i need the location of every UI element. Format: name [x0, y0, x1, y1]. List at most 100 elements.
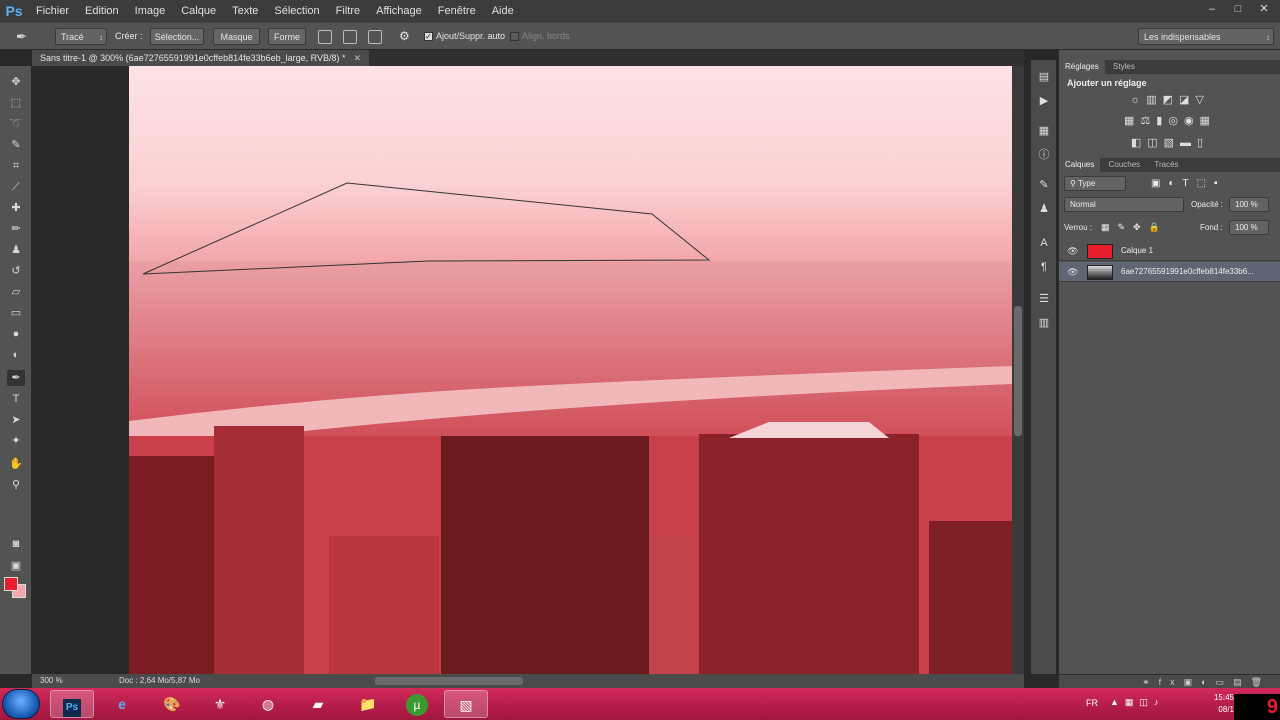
menu-fenetre[interactable]: Fenêtre: [430, 0, 484, 22]
dodge-tool-icon[interactable]: ◐: [7, 347, 25, 363]
path-mode-select[interactable]: Tracé: [55, 28, 107, 46]
adjustments-icon[interactable]: ▦: [1036, 124, 1052, 138]
quick-mask-icon[interactable]: ◙: [7, 536, 25, 552]
taskbar-paint[interactable]: 🎨: [150, 690, 194, 718]
actions-play-icon[interactable]: ▶: [1036, 94, 1052, 108]
clone-stamp-tool-icon[interactable]: ♟: [7, 242, 25, 258]
screen-mode-icon[interactable]: ▣: [7, 558, 25, 574]
taskbar-notepad[interactable]: ▰: [296, 690, 340, 718]
shape-tool-icon[interactable]: ✦: [7, 433, 25, 449]
layer-filter-select[interactable]: ⚲ Type: [1064, 176, 1126, 191]
tray-icons[interactable]: ▲▦◫♪: [1110, 697, 1164, 708]
windows-start-button[interactable]: [2, 689, 40, 719]
menu-edition[interactable]: Edition: [77, 0, 127, 22]
marquee-tool-icon[interactable]: ⬚: [7, 95, 25, 111]
menu-image[interactable]: Image: [127, 0, 174, 22]
vertical-scroll-thumb[interactable]: [1014, 306, 1022, 436]
taskbar-game-app[interactable]: ▧: [444, 690, 488, 718]
adjustments-row-3[interactable]: ◧◫▧▬▯: [1059, 136, 1280, 149]
zoom-tool-icon[interactable]: ⚲: [7, 477, 25, 493]
tab-styles[interactable]: Styles: [1107, 60, 1141, 74]
brush-presets-icon[interactable]: ✎: [1036, 178, 1052, 192]
fill-input[interactable]: 100 %: [1229, 220, 1269, 235]
menu-affichage[interactable]: Affichage: [368, 0, 430, 22]
path-operations-icon[interactable]: [318, 30, 332, 44]
character-icon[interactable]: A: [1036, 236, 1052, 250]
adjustments-row-2[interactable]: ▦⚖▮◎◉▦: [1059, 114, 1280, 127]
crop-tool-icon[interactable]: ⌗: [7, 158, 25, 174]
lock-icons[interactable]: ▦✎✥🔒: [1101, 220, 1168, 235]
visibility-eye-icon[interactable]: 👁: [1067, 262, 1078, 282]
checkmark-icon: ✓: [424, 32, 433, 42]
menu-fichier[interactable]: Fichier: [28, 0, 77, 22]
maximize-button[interactable]: □: [1228, 2, 1248, 16]
brush-tool-icon[interactable]: ✏: [7, 221, 25, 237]
taskbar-utorrent[interactable]: µ: [395, 690, 439, 718]
canvas[interactable]: [129, 66, 1012, 674]
info-icon[interactable]: ⓘ: [1036, 148, 1052, 162]
document-tab[interactable]: Sans titre-1 @ 300% (6ae72765591991e0cff…: [32, 50, 370, 66]
tab-channels[interactable]: Couches: [1103, 158, 1147, 172]
taskbar-photoshop[interactable]: Ps: [50, 690, 94, 718]
eraser-tool-icon[interactable]: ▱: [7, 284, 25, 300]
lasso-tool-icon[interactable]: ➰: [7, 116, 25, 132]
shape-button[interactable]: Forme: [268, 28, 306, 45]
taskbar-folder[interactable]: 📁: [346, 690, 390, 718]
align-edges-checkbox[interactable]: Align. bords: [510, 28, 570, 45]
layer-filter-icons[interactable]: ▣◐T⬚▪: [1151, 176, 1226, 191]
notes-icon[interactable]: ▥: [1036, 316, 1052, 330]
system-clock[interactable]: 15:45 08/1: [1212, 692, 1234, 716]
document-info[interactable]: Doc : 2,64 Mo/5,87 Mo: [119, 674, 200, 688]
language-indicator[interactable]: FR: [1086, 698, 1098, 708]
horizontal-scroll-thumb[interactable]: [375, 677, 523, 685]
history-brush-tool-icon[interactable]: ↺: [7, 263, 25, 279]
taskbar-firefox[interactable]: ◍: [246, 690, 290, 718]
gradient-tool-icon[interactable]: ▭: [7, 305, 25, 321]
mask-button[interactable]: Masque: [213, 28, 260, 45]
quick-selection-tool-icon[interactable]: ✎: [7, 137, 25, 153]
menu-aide[interactable]: Aide: [484, 0, 522, 22]
history-icon[interactable]: ▤: [1036, 70, 1052, 84]
eyedropper-tool-icon[interactable]: ⟋: [7, 179, 25, 195]
paragraph-icon[interactable]: ¶: [1036, 260, 1052, 274]
clone-source-icon[interactable]: ♟: [1036, 202, 1052, 216]
type-tool-icon[interactable]: T: [7, 391, 25, 407]
adjustments-row-1[interactable]: ☼▥◩◪▽: [1059, 93, 1280, 106]
layer-row[interactable]: 👁 6ae72765591991e0cffeb814fe33b6...: [1059, 262, 1280, 282]
blend-mode-select[interactable]: Normal: [1064, 197, 1184, 212]
taskbar-internet-explorer[interactable]: e: [100, 690, 144, 718]
tab-paths[interactable]: Tracés: [1148, 158, 1184, 172]
vertical-scrollbar[interactable]: [1012, 66, 1024, 674]
tab-layers[interactable]: Calques: [1059, 158, 1101, 172]
path-arrangement-icon[interactable]: [368, 30, 382, 44]
layers-footer-buttons[interactable]: ⚭fx▣◐▭▤🗑: [1059, 674, 1280, 688]
foreground-color-swatch[interactable]: [4, 577, 18, 591]
menu-selection[interactable]: Sélection: [266, 0, 327, 22]
minimize-button[interactable]: –: [1202, 2, 1222, 16]
hand-tool-icon[interactable]: ✋: [7, 456, 25, 472]
auto-add-delete-checkbox[interactable]: ✓ Ajout/Suppr. auto: [424, 28, 505, 45]
move-tool-icon[interactable]: ✥: [7, 74, 25, 90]
opacity-input[interactable]: 100 %: [1229, 197, 1269, 212]
tab-adjustments[interactable]: Réglages: [1059, 60, 1105, 74]
building-left: [129, 456, 219, 674]
gear-icon[interactable]: ⚙: [399, 28, 410, 45]
layer-row[interactable]: 👁 Calque 1: [1059, 241, 1280, 261]
workspace-select[interactable]: Les indispensables: [1138, 28, 1274, 46]
menu-calque[interactable]: Calque: [173, 0, 224, 22]
path-alignment-icon[interactable]: [343, 30, 357, 44]
visibility-eye-icon[interactable]: 👁: [1067, 241, 1078, 261]
blur-tool-icon[interactable]: ●: [7, 326, 25, 342]
zoom-level[interactable]: 300 %: [40, 674, 63, 688]
pen-tool-preset-icon[interactable]: ✒: [16, 28, 27, 45]
close-button[interactable]: ✕: [1254, 2, 1274, 16]
taskbar-skyrim[interactable]: ⚜: [198, 690, 242, 718]
menu-texte[interactable]: Texte: [224, 0, 266, 22]
path-selection-tool-icon[interactable]: ➤: [7, 412, 25, 428]
selection-button[interactable]: Sélection...: [150, 28, 204, 45]
menu-filtre[interactable]: Filtre: [328, 0, 368, 22]
pen-tool-icon[interactable]: ✒: [7, 370, 25, 386]
layers-dock-icon[interactable]: ☰: [1036, 292, 1052, 306]
healing-brush-tool-icon[interactable]: ✚: [7, 200, 25, 216]
close-tab-icon[interactable]: ✕: [354, 53, 362, 63]
